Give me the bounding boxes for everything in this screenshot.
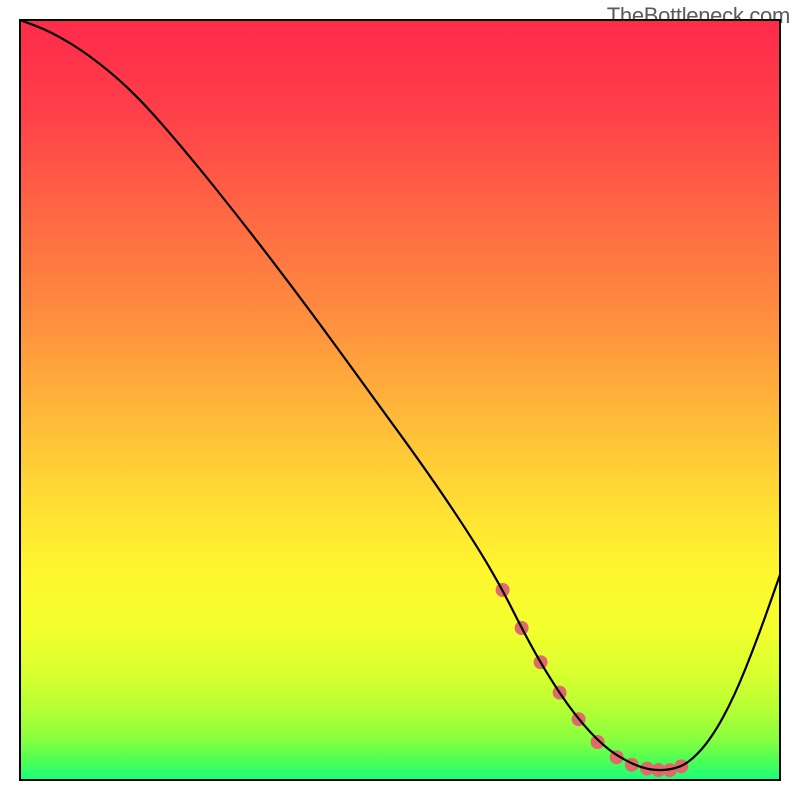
- bottleneck-chart: [0, 0, 800, 800]
- plot-gradient-background: [20, 20, 780, 780]
- optimal-zone-marker: [591, 735, 605, 749]
